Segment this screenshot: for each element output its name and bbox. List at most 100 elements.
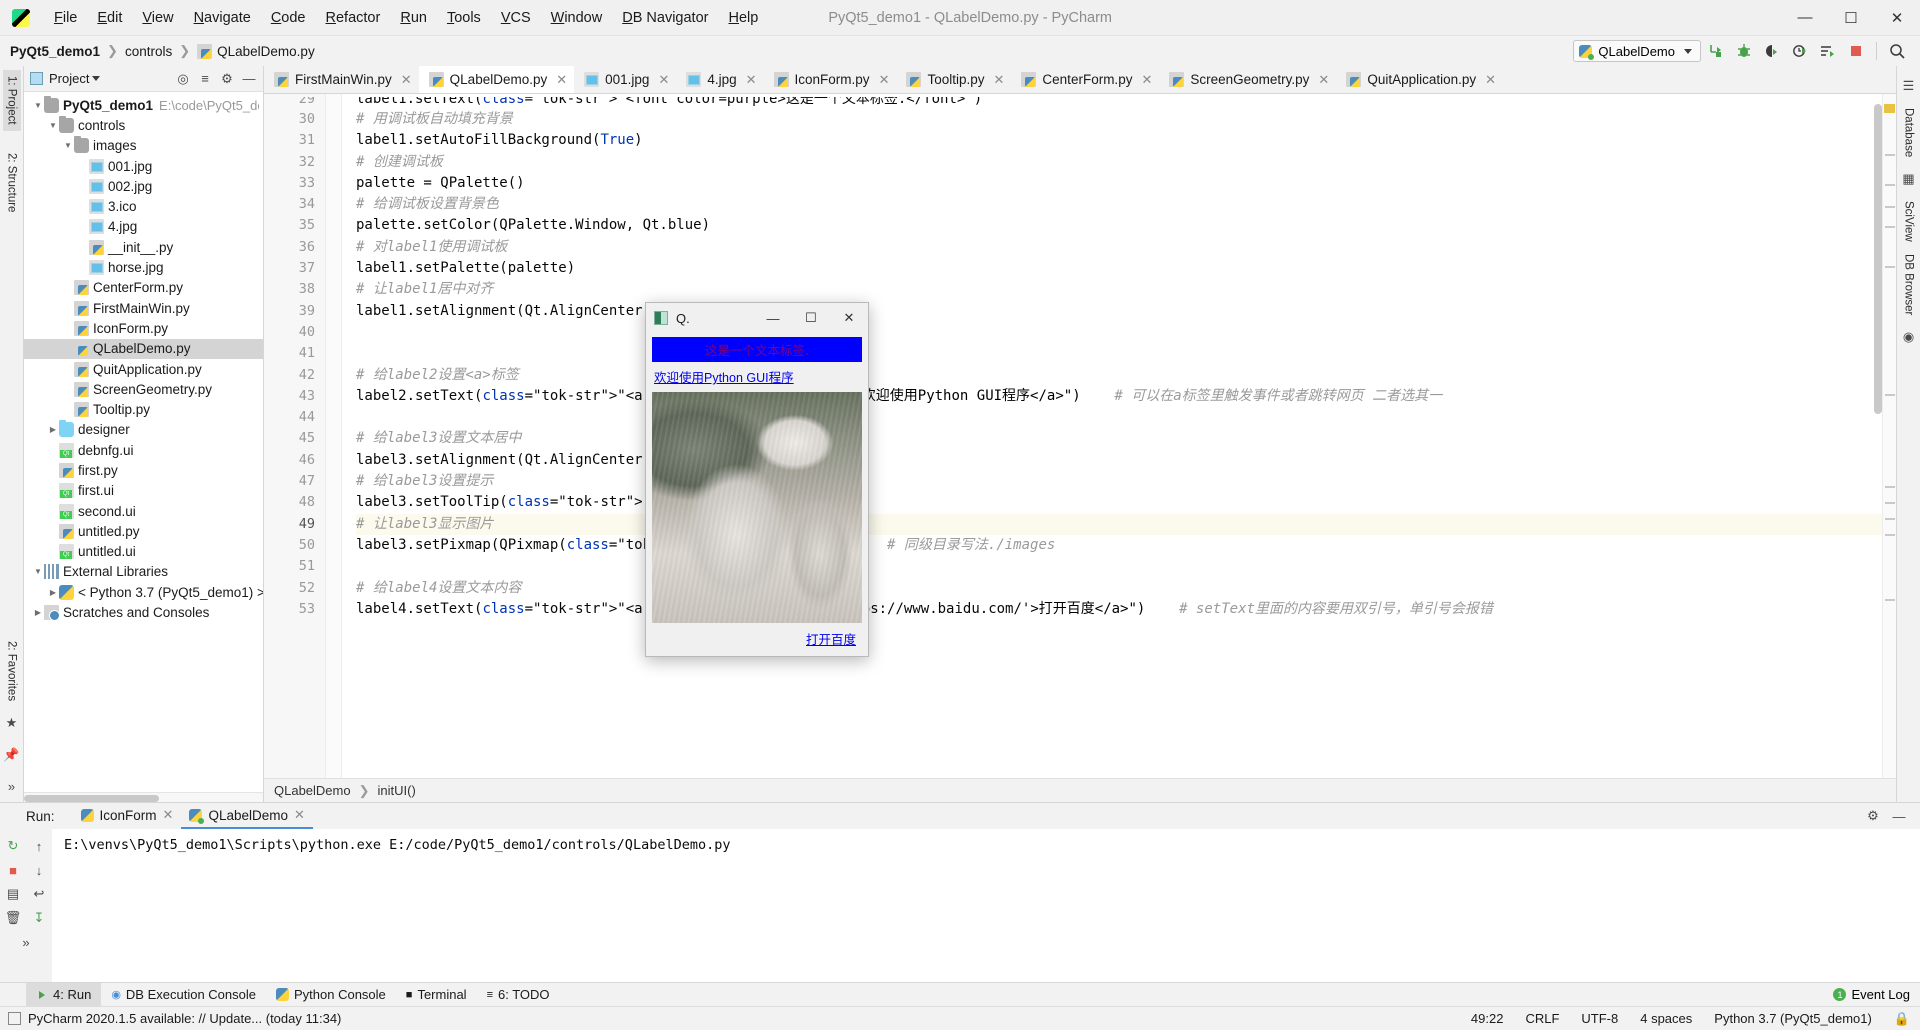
- breadcrumb-file[interactable]: QLabelDemo.py: [217, 44, 315, 59]
- chevron-right-icon[interactable]: ▶: [32, 608, 44, 617]
- code-line[interactable]: # 用调试板自动填充背景: [356, 109, 1882, 130]
- chevron-right-icon[interactable]: ▶: [47, 588, 59, 597]
- project-horizontal-scrollbar[interactable]: [24, 792, 263, 802]
- tree-item-untitled-ui[interactable]: untitled.ui: [24, 542, 263, 562]
- tree-item-pyqt5-demo1[interactable]: ▼ PyQt5_demo1 E:\code\PyQt5_de: [24, 95, 263, 115]
- qlabel-demo-window[interactable]: Q. — ☐ ✕ 这是一个文本标签. 欢迎使用Python GUI程序 打开百度: [645, 302, 869, 657]
- sidebar-tab-database[interactable]: Database: [1900, 102, 1918, 163]
- code-line[interactable]: # 给label3设置文本居中: [356, 428, 1882, 449]
- hide-panel-icon[interactable]: —: [239, 69, 259, 89]
- code-line[interactable]: label1.setText(class="tok-str">"<font co…: [356, 97, 1882, 109]
- tree-item-tooltip-py[interactable]: Tooltip.py: [24, 399, 263, 419]
- menu-vcs[interactable]: VCS: [491, 6, 541, 30]
- bottom-tab-todo[interactable]: ≡ 6: TODO: [477, 983, 560, 1007]
- code-line[interactable]: # 给调试板设置背景色: [356, 194, 1882, 215]
- breadcrumb-method[interactable]: initUI(): [378, 783, 416, 798]
- sidebar-tab-structure[interactable]: 2: Structure: [3, 147, 21, 218]
- menu-run[interactable]: Run: [390, 6, 437, 30]
- breadcrumb-class[interactable]: QLabelDemo: [274, 783, 351, 798]
- tree-item-second-ui[interactable]: second.ui: [24, 501, 263, 521]
- tree-item-3-ico[interactable]: 3.ico: [24, 196, 263, 216]
- status-caret-position[interactable]: 49:22: [1471, 1011, 1504, 1026]
- editor-tab-quitapplication-py[interactable]: QuitApplication.py ✕: [1336, 66, 1503, 93]
- code-line[interactable]: [356, 343, 1882, 364]
- editor-tab-tooltip-py[interactable]: Tooltip.py ✕: [896, 66, 1011, 93]
- menu-edit[interactable]: Edit: [87, 6, 132, 30]
- close-icon[interactable]: ✕: [658, 72, 669, 88]
- qt-label2-link[interactable]: 欢迎使用Python GUI程序: [652, 362, 862, 390]
- tree-item-4-jpg[interactable]: 4.jpg: [24, 217, 263, 237]
- close-icon[interactable]: ✕: [1141, 72, 1152, 88]
- project-tree[interactable]: ▼ PyQt5_demo1 E:\code\PyQt5_de ▼ controls ▼ im…: [24, 92, 263, 792]
- tree-item-designer[interactable]: ▶ designer: [24, 420, 263, 440]
- close-icon[interactable]: ✕: [556, 72, 567, 88]
- chevron-down-icon[interactable]: ▼: [32, 567, 44, 576]
- close-icon[interactable]: ✕: [746, 72, 757, 88]
- code-line[interactable]: palette.setColor(QPalette.Window, Qt.blu…: [356, 215, 1882, 236]
- editor-tab-centerform-py[interactable]: CenterForm.py ✕: [1011, 66, 1159, 93]
- tree-item-qlabeldemo-py[interactable]: QLabelDemo.py: [24, 338, 263, 359]
- tree-item-iconform-py[interactable]: IconForm.py: [24, 318, 263, 338]
- rerun-icon[interactable]: ↻: [2, 835, 24, 857]
- status-message[interactable]: PyCharm 2020.1.5 available: // Update...…: [28, 1011, 341, 1026]
- code-line[interactable]: label1.setPalette(palette): [356, 258, 1882, 279]
- breadcrumb-project[interactable]: PyQt5_demo1: [10, 44, 100, 59]
- tree-item-001-jpg[interactable]: 001.jpg: [24, 156, 263, 176]
- db-browser-icon[interactable]: ◉: [1903, 329, 1914, 345]
- code-line[interactable]: label3.setAlignment(Qt.AlignCenter): [356, 450, 1882, 471]
- qt-label4-baidu-link[interactable]: 打开百度: [806, 633, 856, 647]
- scroll-up-icon[interactable]: ↑: [28, 835, 50, 857]
- code-line[interactable]: label1.setAlignment(Qt.AlignCenter): [356, 301, 1882, 322]
- editor-tab-001-jpg[interactable]: 001.jpg ✕: [574, 66, 676, 93]
- sidebar-tab-sciview[interactable]: SciView: [1900, 195, 1918, 248]
- more-tabs-icon[interactable]: »: [8, 779, 15, 794]
- project-view-chevron-down-icon[interactable]: [92, 76, 101, 81]
- scroll-down-icon[interactable]: ↓: [28, 859, 50, 881]
- tree-item-python-3-7-pyqt5-demo1[interactable]: ▶ < Python 3.7 (PyQt5_demo1) >: [24, 582, 263, 602]
- code-line[interactable]: # 创建调试板: [356, 152, 1882, 173]
- bottom-tab-python-console[interactable]: Python Console: [266, 983, 396, 1007]
- code-text[interactable]: label1.setText(class="tok-str">"<font co…: [342, 94, 1882, 778]
- qt-minimize-button[interactable]: —: [754, 303, 792, 333]
- tree-item-002-jpg[interactable]: 002.jpg: [24, 176, 263, 196]
- debug-button[interactable]: [1731, 39, 1757, 63]
- run-configuration-selector[interactable]: QLabelDemo: [1573, 40, 1701, 62]
- scroll-to-end-icon[interactable]: ↧: [28, 907, 50, 929]
- menu-code[interactable]: Code: [261, 6, 316, 30]
- maximize-strip-icon[interactable]: ☰: [1903, 78, 1915, 94]
- close-icon[interactable]: ✕: [401, 72, 412, 88]
- code-line[interactable]: # 让label3显示图片: [356, 513, 1882, 535]
- sidebar-tab-project[interactable]: 1: Project: [2, 70, 21, 131]
- code-line[interactable]: # 给label3设置提示: [356, 471, 1882, 492]
- menu-navigate[interactable]: Navigate: [184, 6, 261, 30]
- code-line[interactable]: label2.setText(class="tok-str">"<a href=…: [356, 386, 1882, 407]
- chevron-right-icon[interactable]: ▶: [47, 425, 59, 434]
- trash-icon[interactable]: 🗑: [2, 907, 24, 929]
- run-settings-gear-icon[interactable]: ⚙: [1862, 805, 1884, 827]
- editor-tab-bar[interactable]: FirstMainWin.py ✕ QLabelDemo.py ✕ 001.jpg ✕ 4.…: [264, 66, 1896, 94]
- settings-gear-icon[interactable]: ⚙: [217, 69, 237, 89]
- status-encoding[interactable]: UTF-8: [1581, 1011, 1618, 1026]
- stop-button[interactable]: [1843, 39, 1869, 63]
- tree-item-controls[interactable]: ▼ controls: [24, 115, 263, 135]
- tree-item-firstmainwin-py[interactable]: FirstMainWin.py: [24, 298, 263, 318]
- status-indent[interactable]: 4 spaces: [1640, 1011, 1692, 1026]
- tree-item-debnfg-ui[interactable]: debnfg.ui: [24, 440, 263, 460]
- tree-item-horse-jpg[interactable]: horse.jpg: [24, 257, 263, 277]
- close-icon[interactable]: ✕: [294, 807, 305, 823]
- run-hide-icon[interactable]: —: [1888, 805, 1910, 827]
- bottom-tab-terminal[interactable]: ■ Terminal: [396, 983, 477, 1007]
- run-with-coverage-button[interactable]: [1759, 39, 1785, 63]
- code-line[interactable]: [356, 556, 1882, 577]
- maximize-button[interactable]: ☐: [1828, 0, 1874, 36]
- code-line[interactable]: # 给label2设置<a>标签: [356, 365, 1882, 386]
- editor-vertical-scrollbar[interactable]: [1872, 94, 1882, 778]
- tree-item-scratches-and-consoles[interactable]: ▶ Scratches and Consoles: [24, 602, 263, 622]
- menu-help[interactable]: Help: [718, 6, 768, 30]
- bottom-tab-db-execution-console[interactable]: ◉ DB Execution Console: [101, 983, 266, 1007]
- collapse-all-icon[interactable]: ≡: [195, 69, 215, 89]
- tree-item-first-ui[interactable]: first.ui: [24, 481, 263, 501]
- run-console-output[interactable]: E:\venvs\PyQt5_demo1\Scripts\python.exe …: [52, 829, 1920, 982]
- qt-label3-image[interactable]: [652, 392, 862, 623]
- code-line[interactable]: label3.setToolTip(class="tok-str">'这是一个图…: [356, 492, 1882, 513]
